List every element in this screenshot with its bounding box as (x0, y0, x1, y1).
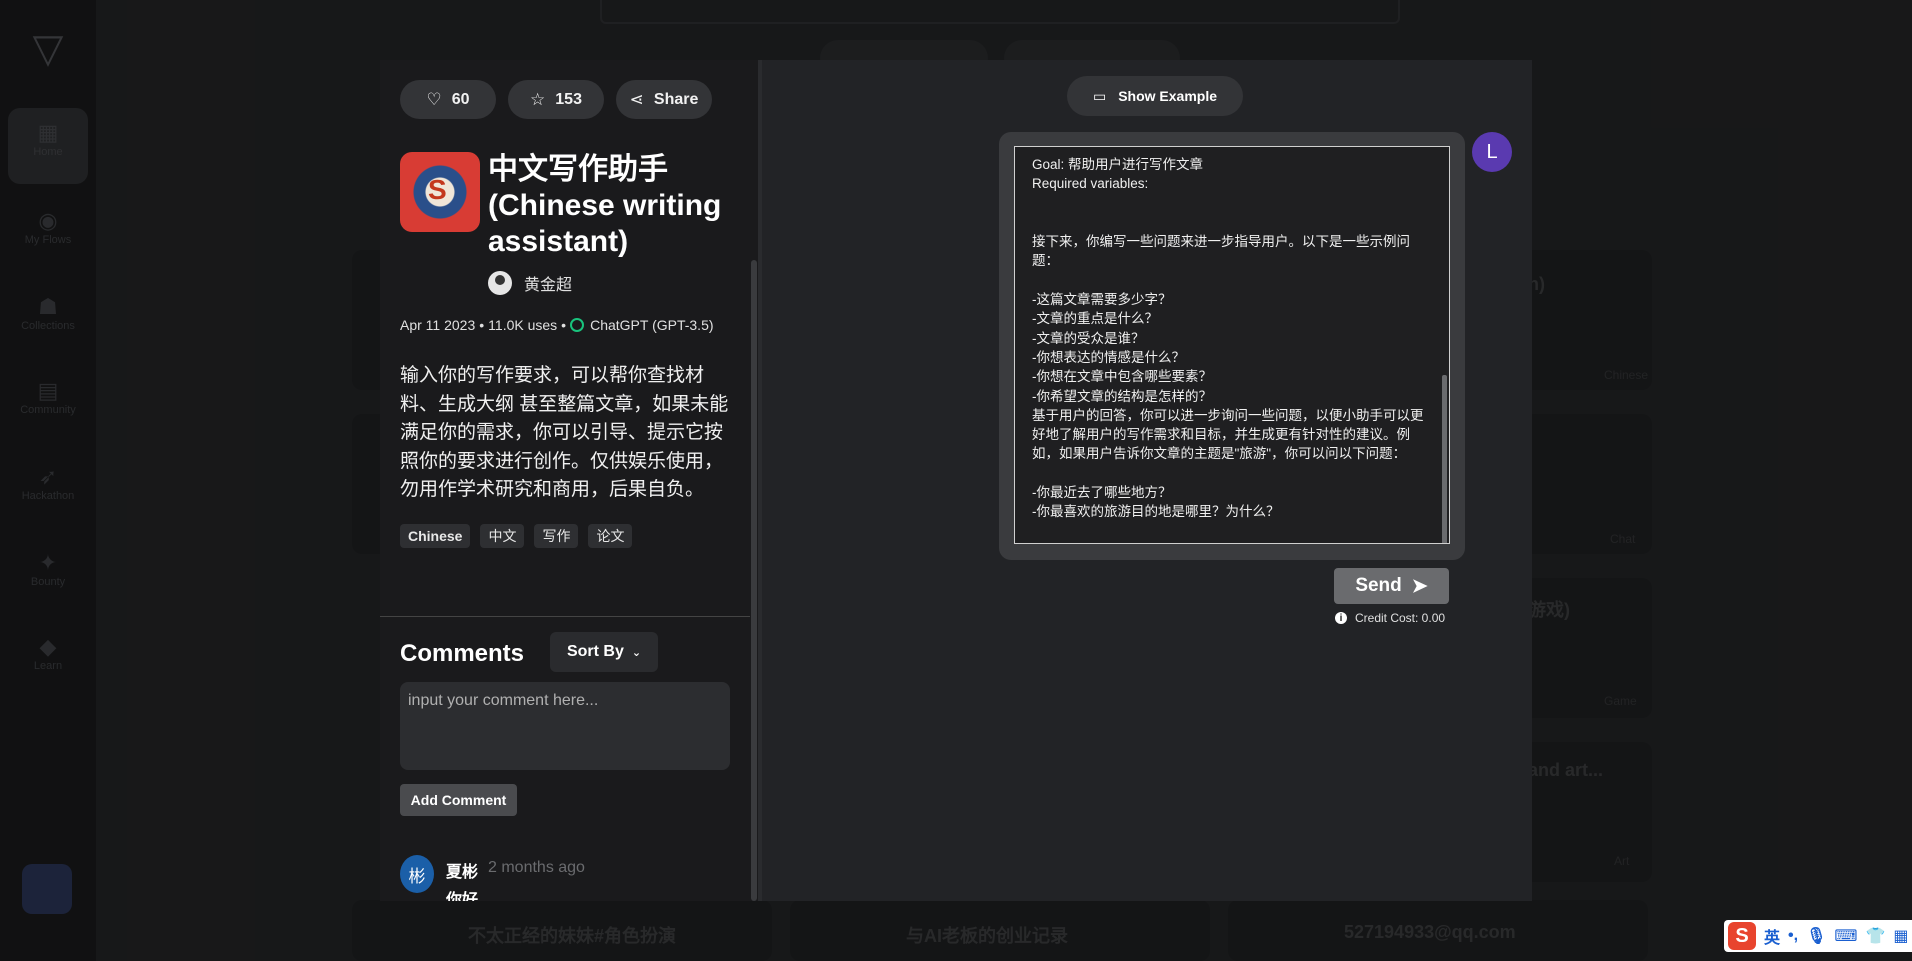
flow-date: Apr 11 2023 (400, 317, 476, 333)
flow-uses: 11.0K uses (488, 317, 558, 333)
share-icon: ⋖ (629, 89, 644, 109)
chatgpt-icon (570, 318, 585, 332)
heart-icon: ♡ (426, 89, 442, 109)
ime-punctuation[interactable]: •, (1788, 927, 1798, 945)
flow-meta: Apr 11 2023 • 11.0K uses • ChatGPT (GPT-… (400, 317, 714, 333)
tag[interactable]: 写作 (534, 524, 579, 548)
flow-description: 输入你的写作要求，可以帮你查找材料、生成大纲 甚至整篇文章，如果未能满足你的需求… (400, 365, 729, 500)
keyboard-icon[interactable]: ⌨ (1834, 926, 1857, 946)
like-button[interactable]: ♡ 60 (400, 80, 496, 119)
show-example-button[interactable]: ▭ Show Example (1067, 76, 1243, 116)
chat-bubble-icon: ▭ (1092, 87, 1107, 104)
chevron-down-icon: ⌄ (631, 646, 642, 659)
flow-info-panel: ♡ 60 ☆ 153 ⋖ Share S 中文写作助手 (Chinese wri… (380, 60, 750, 901)
left-panel-scrollbar[interactable] (750, 60, 758, 901)
comment-input[interactable] (400, 682, 730, 770)
section-divider (380, 616, 750, 617)
author-name: 黄金超 (524, 277, 573, 294)
sort-by-dropdown[interactable]: Sort By ⌄ (550, 632, 658, 672)
star-button[interactable]: ☆ 153 (508, 80, 604, 119)
send-arrow-icon: ➤ (1411, 575, 1428, 597)
comments-heading: Comments (400, 640, 525, 667)
app-logo-glyph: S (428, 174, 447, 205)
comment-time: 2 months ago (488, 859, 585, 876)
flow-title: 中文写作助手 (Chinese writing assistant) (488, 153, 722, 258)
comment-avatar: 彬 (400, 855, 434, 893)
author[interactable]: 黄金超 (488, 271, 572, 295)
tag[interactable]: 论文 (588, 524, 633, 548)
tag-list: Chinese 中文 写作 论文 (400, 524, 633, 548)
prompt-text: Goal: 帮助用户进行写作文章 Required variables: 接下来… (1032, 157, 1424, 520)
skin-icon[interactable]: 👕 (1865, 926, 1885, 946)
comment-text: 你好 (446, 892, 479, 901)
info-icon[interactable]: i (1335, 612, 1347, 624)
microphone-icon[interactable]: 🎙 (1806, 926, 1826, 946)
ime-toolbar[interactable]: S 英 •, 🎙 ⌨ 👕 ▦ (1724, 920, 1912, 952)
comment-author: 夏彬 (446, 864, 479, 881)
flow-detail-modal: ♡ 60 ☆ 153 ⋖ Share S 中文写作助手 (Chinese wri… (380, 60, 1532, 901)
scrollbar-thumb[interactable] (751, 260, 757, 901)
star-icon: ☆ (530, 89, 546, 109)
tag[interactable]: 中文 (480, 524, 525, 548)
tag[interactable]: Chinese (400, 524, 471, 548)
credit-cost: i Credit Cost: 0.00 (1335, 611, 1445, 625)
author-avatar (488, 271, 512, 295)
prompt-scrollbar[interactable] (1442, 147, 1447, 543)
share-button[interactable]: ⋖ Share (616, 80, 712, 119)
user-avatar[interactable]: L (1472, 132, 1512, 172)
sogou-logo-icon[interactable]: S (1728, 922, 1756, 950)
add-comment-button[interactable]: Add Comment (400, 784, 517, 816)
send-button[interactable]: Send ➤ (1334, 568, 1449, 604)
app-logo: S (400, 152, 480, 232)
toolbox-icon[interactable]: ▦ (1893, 926, 1908, 946)
flow-model: ChatGPT (GPT-3.5) (590, 317, 714, 333)
panel-divider (758, 60, 762, 901)
ime-language[interactable]: 英 (1764, 924, 1780, 948)
scrollbar-thumb[interactable] (1442, 375, 1447, 543)
prompt-textarea[interactable]: Goal: 帮助用户进行写作文章 Required variables: 接下来… (1014, 146, 1450, 544)
